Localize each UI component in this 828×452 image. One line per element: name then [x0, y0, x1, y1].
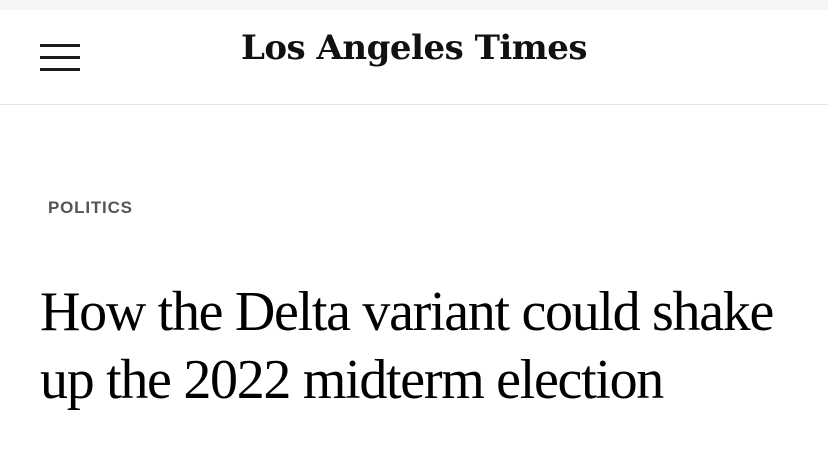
status-bar-strip [0, 0, 828, 10]
article-headline: How the Delta variant could shake up the… [40, 281, 774, 411]
site-logo[interactable]: Los Angeles Times [0, 28, 828, 68]
site-header: Los Angeles Times [0, 10, 828, 105]
section-label[interactable]: POLITICS [48, 198, 133, 218]
menu-bar-bottom [40, 68, 80, 71]
